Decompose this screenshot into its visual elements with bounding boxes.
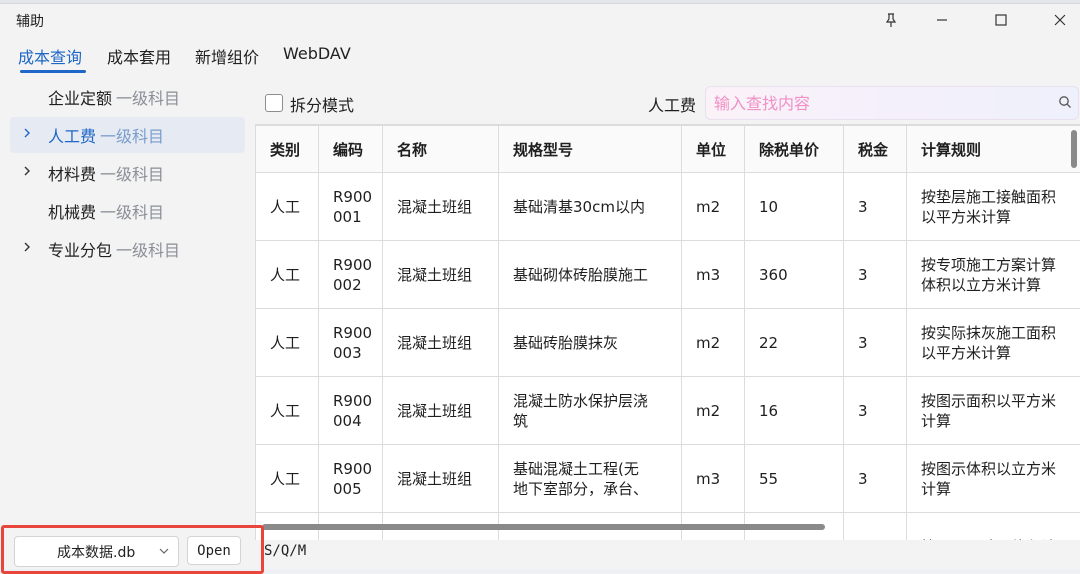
table-row[interactable]: 人工 R900 002 混凝土班组 基础砌体砖胎膜施工 m3 360 3 按专项… [256, 241, 1080, 309]
table-cell: 3 [844, 309, 907, 377]
table-cell: m2 [682, 173, 745, 241]
chevron-right-icon[interactable] [20, 240, 34, 254]
tree-item-machinery[interactable]: 机械费一级科目 [10, 193, 245, 229]
table-cell: 360 [745, 241, 844, 309]
tree-item-enterprise-quota[interactable]: 企业定额一级科目 [10, 79, 245, 115]
chevron-down-icon [158, 545, 170, 557]
pin-icon [883, 12, 899, 28]
table-cell: 基础清基30cm以内 [499, 173, 682, 241]
tree-item-label: 材料费一级科目 [48, 161, 164, 185]
table-cell: 人工 [256, 241, 319, 309]
search-box[interactable] [705, 86, 1079, 120]
tab-cost-apply[interactable]: 成本套用 [107, 44, 171, 68]
table-cell: 混凝土防水保护层浇 筑 [499, 377, 682, 445]
status-text: S/Q/M [264, 543, 306, 559]
tab-cost-query[interactable]: 成本查询 [18, 44, 82, 68]
column-header[interactable]: 规格型号 [499, 126, 682, 173]
table-cell: m3 [682, 445, 745, 513]
table-cell: R900 002 [319, 241, 383, 309]
table-cell: 按图示面积以平方米 计算 [907, 377, 1080, 445]
cost-data-grid: 类别 编码 名称 规格型号 单位 除税单价 税金 计算规则 人工 R900 00… [255, 125, 1080, 540]
table-cell: 按实际抹灰施工面积 以平方米计算 [907, 309, 1080, 377]
database-select[interactable]: 成本数据.db [14, 536, 179, 567]
column-header[interactable]: 计算规则 [907, 126, 1080, 173]
table-header-row: 类别 编码 名称 规格型号 单位 除税单价 税金 计算规则 [256, 126, 1080, 173]
table-cell: m2 [682, 377, 745, 445]
minimize-button[interactable] [928, 8, 956, 32]
tab-webdav[interactable]: WebDAV [283, 44, 351, 63]
pin-button[interactable] [877, 8, 905, 32]
table-cell: 55 [745, 445, 844, 513]
table-cell: 基础砌体砖胎膜施工 [499, 241, 682, 309]
maximize-icon [994, 13, 1008, 27]
close-button[interactable] [1046, 8, 1074, 32]
table-cell: 按图示体积以立方米 计算 [907, 445, 1080, 513]
table-cell: R900 001 [319, 173, 383, 241]
table-cell: 22 [745, 309, 844, 377]
window-title: 辅助 [16, 11, 44, 31]
table-cell: 10 [745, 173, 844, 241]
table-cell: 混凝土班组 [383, 173, 499, 241]
app-window: 辅助 成本查询 成本套用 新增组价 WebDAV [0, 3, 1080, 569]
table-row[interactable]: 人工 R900 005 混凝土班组 基础混凝土工程(无 地下室部分，承台、 m3… [256, 445, 1080, 513]
tree-item-label: 企业定额一级科目 [48, 85, 180, 109]
table-cell: 混凝土班组 [383, 377, 499, 445]
table-cell: 人工 [256, 309, 319, 377]
table-cell: 3 [844, 377, 907, 445]
table-cell: 按垫层施工接触面积 以平方米计算 [907, 173, 1080, 241]
table-cell: 基础砖胎膜抹灰 [499, 309, 682, 377]
table-cell: 3 [844, 445, 907, 513]
search-icon[interactable] [1058, 95, 1072, 109]
column-header[interactable]: 税金 [844, 126, 907, 173]
table-cell: m2 [682, 309, 745, 377]
table-cell: R900 004 [319, 377, 383, 445]
cost-table: 类别 编码 名称 规格型号 单位 除税单价 税金 计算规则 人工 R900 00… [255, 124, 1080, 540]
column-header[interactable]: 单位 [682, 126, 745, 173]
tree-item-materials[interactable]: 材料费一级科目 [10, 155, 245, 191]
table-cell: 人工 [256, 173, 319, 241]
split-mode-checkbox[interactable] [265, 94, 283, 112]
tree-item-labor[interactable]: 人工费一级科目 [10, 117, 245, 153]
table-cell: 混凝土班组 [383, 445, 499, 513]
column-header[interactable]: 编码 [319, 126, 383, 173]
close-icon [1053, 13, 1067, 27]
minimize-icon [935, 13, 949, 27]
split-mode-label: 拆分模式 [290, 92, 354, 116]
table-row[interactable]: 人工 R900 003 混凝土班组 基础砖胎膜抹灰 m2 22 3 按实际抹灰施… [256, 309, 1080, 377]
open-button[interactable]: Open [187, 536, 241, 565]
tree-item-label: 专业分包一级科目 [48, 237, 180, 261]
table-cell: 按专项施工方案计算 体积以立方米计算 [907, 241, 1080, 309]
table-cell: R900 005 [319, 445, 383, 513]
tree-item-subcontract[interactable]: 专业分包一级科目 [10, 231, 245, 267]
table-row[interactable]: 人工 R900 004 混凝土班组 混凝土防水保护层浇 筑 m2 16 3 按图… [256, 377, 1080, 445]
table-cell: 基础混凝土工程(无 地下室部分，承台、 [499, 445, 682, 513]
table-cell: 3 [844, 241, 907, 309]
maximize-button[interactable] [987, 8, 1015, 32]
table-cell: 3 [844, 173, 907, 241]
tree-item-label: 人工费一级科目 [48, 123, 164, 147]
filter-category-label: 人工费 [648, 92, 696, 116]
table-cell: 混凝土班组 [383, 309, 499, 377]
tree-item-label: 机械费一级科目 [48, 199, 164, 223]
database-select-value: 成本数据.db [57, 542, 135, 562]
table-cell: 混凝土班组 [383, 241, 499, 309]
horizontal-scrollbar[interactable] [262, 524, 825, 530]
column-header[interactable]: 类别 [256, 126, 319, 173]
tab-new-pricing[interactable]: 新增组价 [195, 44, 259, 68]
table-cell: R900 003 [319, 309, 383, 377]
search-input[interactable] [712, 90, 1046, 116]
table-row[interactable]: 人工 R900 001 混凝土班组 基础清基30cm以内 m2 10 3 按垫层… [256, 173, 1080, 241]
column-header[interactable]: 除税单价 [745, 126, 844, 173]
chevron-right-icon[interactable] [20, 164, 34, 178]
table-cell: m3 [682, 241, 745, 309]
vertical-scrollbar[interactable] [1071, 130, 1077, 168]
table-cell: 人工 [256, 445, 319, 513]
table-cell: 人工 [256, 377, 319, 445]
table-cell: 16 [745, 377, 844, 445]
chevron-right-icon[interactable] [20, 126, 34, 140]
title-bar: 辅助 [0, 4, 1080, 36]
column-header[interactable]: 名称 [383, 126, 499, 173]
active-tab-indicator [20, 70, 86, 73]
